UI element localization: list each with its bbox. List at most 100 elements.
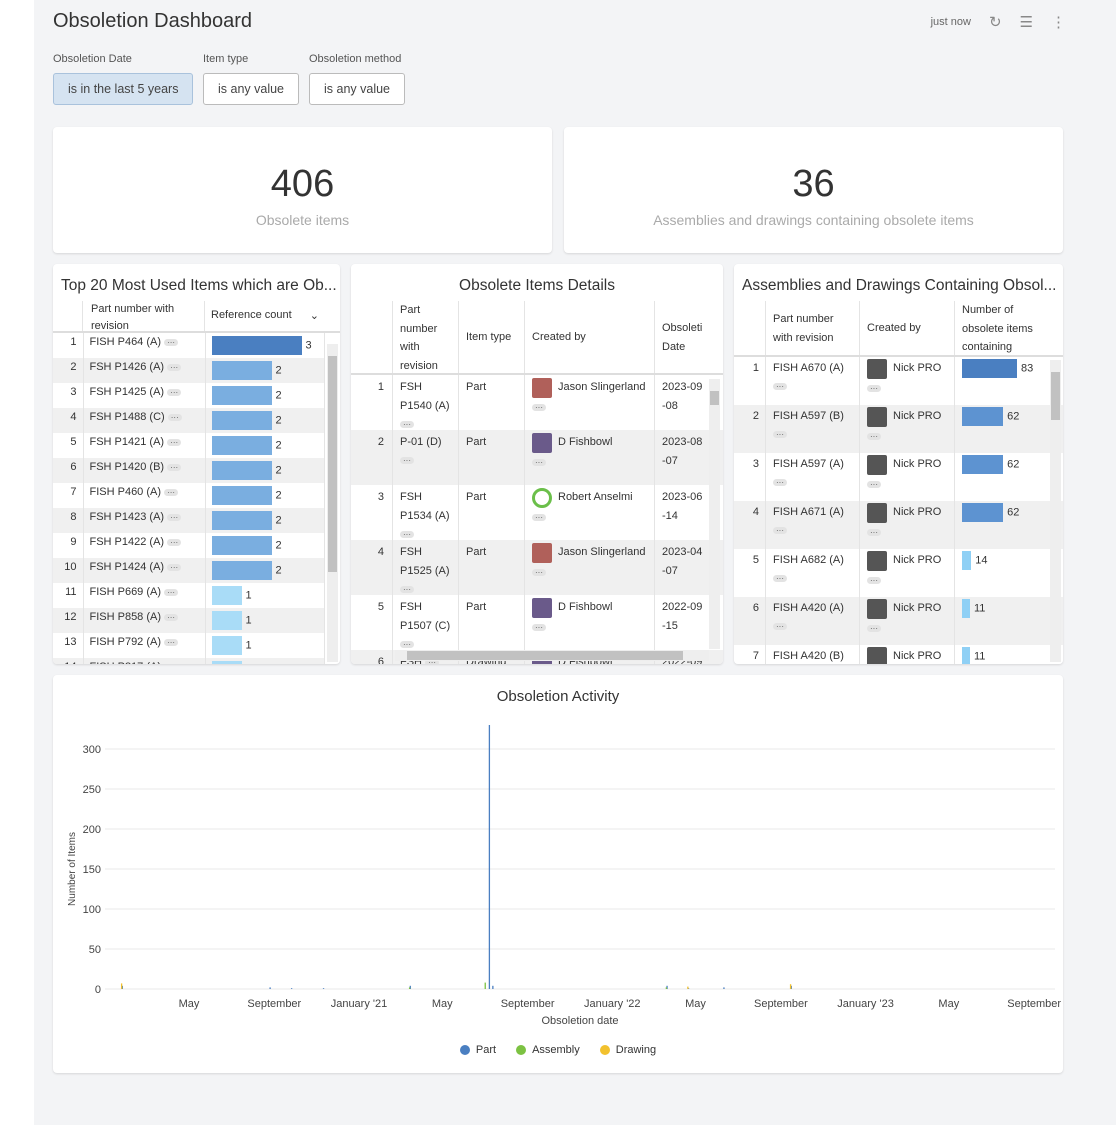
more-icon[interactable]: ··· <box>164 488 179 496</box>
part-number-cell: FSH P1534 (A) ··· <box>393 485 459 540</box>
column-header[interactable]: Created by <box>525 301 655 373</box>
table-row[interactable]: 12 FISH P858 (A) ··· 1 <box>53 608 325 633</box>
legend-item-part[interactable]: Part <box>459 1044 496 1056</box>
table-row[interactable]: 2 FSH P1426 (A) ··· 2 <box>53 358 325 383</box>
more-icon[interactable]: ··· <box>167 563 182 571</box>
more-icon[interactable]: ··· <box>400 457 414 465</box>
column-header[interactable]: Part number with revision <box>766 301 860 355</box>
table-row[interactable]: 14 FISH P817 (A) ··· 1 <box>53 658 325 664</box>
more-icon[interactable]: ··· <box>532 458 546 466</box>
more-icon[interactable]: ··· <box>167 363 182 371</box>
horizontal-scrollbar[interactable] <box>395 650 709 661</box>
table-row[interactable]: 5 FSH P1421 (A) ··· 2 <box>53 433 325 458</box>
column-header[interactable]: Part number with revision <box>393 301 459 373</box>
filter-icon[interactable]: ☰ <box>1020 13 1033 31</box>
table-row[interactable]: 7 FISH P460 (A) ··· 2 <box>53 483 325 508</box>
chevron-down-icon[interactable]: ⌄ <box>310 309 319 322</box>
table-row[interactable]: 2 FISH A597 (B) ··· Nick PRO ··· 62 <box>734 405 1063 453</box>
table-row[interactable]: 4 FSH P1488 (C) ··· 2 <box>53 408 325 433</box>
more-icon[interactable]: ··· <box>164 613 179 621</box>
scrollbar[interactable] <box>1050 360 1061 662</box>
column-header[interactable]: Reference count ⌄ <box>205 301 325 331</box>
table-row[interactable]: 1 FISH P464 (A) ··· 3 <box>53 333 325 358</box>
legend-item-assembly[interactable]: Assembly <box>516 1044 580 1056</box>
more-icon[interactable]: ··· <box>867 576 881 584</box>
table-row[interactable]: 3 FSH P1534 (A) ··· Part Robert Anselmi ·… <box>351 485 723 540</box>
more-icon[interactable]: ··· <box>867 384 881 392</box>
column-header[interactable]: Created by <box>860 301 955 355</box>
more-icon[interactable]: ··· <box>867 624 881 632</box>
table-row[interactable]: 1 FISH A670 (A) ··· Nick PRO ··· 83 <box>734 357 1063 405</box>
table-row[interactable]: 8 FSH P1423 (A) ··· 2 <box>53 508 325 533</box>
more-icon[interactable]: ··· <box>867 528 881 536</box>
item-type: Part <box>459 540 525 595</box>
more-icon[interactable]: ··· <box>532 623 546 631</box>
more-icon[interactable]: ··· <box>867 432 881 440</box>
obsoletion-date: 2023-04-07 <box>662 546 703 577</box>
more-icon[interactable]: ··· <box>167 438 182 446</box>
part-number-cell: FISH A670 (A) ··· <box>766 357 860 405</box>
more-icon[interactable]: ··· <box>167 513 182 521</box>
more-icon[interactable]: ··· <box>773 622 787 630</box>
more-icon[interactable]: ··· <box>167 538 182 546</box>
column-header[interactable]: Item type <box>459 301 525 373</box>
more-icon[interactable]: ··· <box>773 574 787 582</box>
vertical-scrollbar[interactable] <box>709 379 720 649</box>
more-icon[interactable]: ··· <box>167 413 182 421</box>
row-number: 5 <box>351 595 393 650</box>
more-icon[interactable]: ··· <box>400 640 414 648</box>
table-row[interactable]: 3 FSH P1425 (A) ··· 2 <box>53 383 325 408</box>
table-row[interactable]: 1 FSH P1540 (A) ··· Part Jason Slingerla… <box>351 375 723 430</box>
column-header[interactable]: Number of obsolete items containing <box>955 301 1050 355</box>
more-icon[interactable]: ··· <box>400 530 414 538</box>
more-vert-icon[interactable]: ⋮ <box>1051 13 1066 31</box>
table-row[interactable]: 6 FISH A420 (A) ··· Nick PRO ··· 11 <box>734 597 1063 645</box>
table-row[interactable]: 5 FSH P1507 (C) ··· Part D Fishbowl ··· 2… <box>351 595 723 650</box>
row-number: 9 <box>53 533 84 558</box>
more-icon[interactable]: ··· <box>773 526 787 534</box>
filter-button[interactable]: is any value <box>203 73 300 105</box>
table-row[interactable]: 2 P-01 (D) ··· Part D Fishbowl ··· 2023-0… <box>351 430 723 485</box>
row-number: 10 <box>53 558 84 583</box>
more-icon[interactable]: ··· <box>532 403 546 411</box>
reference-bar <box>211 411 272 430</box>
part-number: FSH P1534 (A) <box>400 491 450 522</box>
table-row[interactable]: 13 FISH P792 (A) ··· 1 <box>53 633 325 658</box>
table-row[interactable]: 3 FISH A597 (A) ··· Nick PRO ··· 62 <box>734 453 1063 501</box>
table-row[interactable]: 7 FISH A420 (B)··· Nick PRO··· 11 <box>734 645 1063 664</box>
more-icon[interactable]: ··· <box>167 388 182 396</box>
legend-dot-icon <box>599 1045 610 1055</box>
filter-button[interactable]: is any value <box>309 73 406 105</box>
more-icon[interactable]: ··· <box>400 420 414 428</box>
more-icon[interactable]: ··· <box>532 513 546 521</box>
reference-bar <box>211 561 272 580</box>
column-header[interactable]: Part number with revision <box>83 301 205 332</box>
more-icon[interactable]: ··· <box>867 480 881 488</box>
column-header[interactable]: Obsoleti Date <box>655 301 715 373</box>
creator-name: Nick PRO <box>893 506 942 518</box>
table-row[interactable]: 4 FSH P1525 (A) ··· Part Jason Slingerla… <box>351 540 723 595</box>
more-icon[interactable]: ··· <box>167 463 182 471</box>
table-row[interactable]: 11 FISH P669 (A) ··· 1 <box>53 583 325 608</box>
more-icon[interactable]: ··· <box>532 568 546 576</box>
table-row[interactable]: 10 FSH P1424 (A) ··· 2 <box>53 558 325 583</box>
more-icon[interactable]: ··· <box>773 430 787 438</box>
table-row[interactable]: 4 FISH A671 (A) ··· Nick PRO ··· 62 <box>734 501 1063 549</box>
filter-button[interactable]: is in the last 5 years <box>53 73 194 105</box>
table-row[interactable]: 5 FISH A682 (A) ··· Nick PRO ··· 14 <box>734 549 1063 597</box>
refresh-icon[interactable]: ↻ <box>989 13 1002 31</box>
more-icon[interactable]: ··· <box>773 382 787 390</box>
count: 62 <box>1007 458 1020 471</box>
part-number-cell: FISH P858 (A) ··· <box>83 608 206 633</box>
legend-item-drawing[interactable]: Drawing <box>599 1044 656 1056</box>
more-icon[interactable]: ··· <box>400 585 414 593</box>
more-icon[interactable]: ··· <box>164 588 179 596</box>
table-row[interactable]: 9 FSH P1422 (A) ··· 2 <box>53 533 325 558</box>
part-number-cell: FSH P1525 (A) ··· <box>393 540 459 595</box>
more-icon[interactable]: ··· <box>164 338 179 346</box>
more-icon[interactable]: ··· <box>164 638 179 646</box>
scrollbar[interactable] <box>327 344 338 662</box>
reference-count: 1 <box>245 589 252 602</box>
more-icon[interactable]: ··· <box>773 478 787 486</box>
table-row[interactable]: 6 FSH P1420 (B) ··· 2 <box>53 458 325 483</box>
